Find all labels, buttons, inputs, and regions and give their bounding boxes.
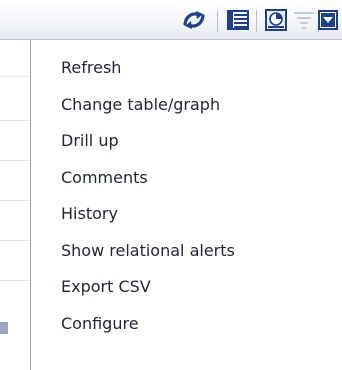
- menu-item-export-csv[interactable]: Export CSV: [31, 269, 342, 306]
- background-content: [0, 40, 30, 370]
- toolbar-separator: [217, 10, 218, 32]
- menu-item-refresh[interactable]: Refresh: [31, 50, 342, 87]
- table-view-button[interactable]: [224, 6, 252, 34]
- refresh-button[interactable]: [180, 6, 208, 34]
- grid-line: [0, 120, 30, 121]
- grid-line: [0, 160, 30, 161]
- menu-item-configure[interactable]: Configure: [31, 306, 342, 343]
- context-menu: Refresh Change table/graph Drill up Comm…: [30, 40, 342, 370]
- menu-item-change-table-graph[interactable]: Change table/graph: [31, 87, 342, 124]
- series-marker: [0, 322, 8, 334]
- menu-item-history[interactable]: History: [31, 196, 342, 233]
- menu-item-drill-up[interactable]: Drill up: [31, 123, 342, 160]
- toolbar: [0, 0, 342, 40]
- chart-icon: [265, 9, 287, 31]
- grid-line: [0, 240, 30, 241]
- chart-view-button[interactable]: [262, 6, 290, 34]
- grid-line: [0, 76, 30, 77]
- toolbar-separator: [256, 10, 257, 32]
- grid-line: [0, 200, 30, 201]
- menu-dropdown-button[interactable]: [315, 6, 341, 34]
- table-icon: [227, 10, 249, 30]
- grid-line: [0, 280, 30, 281]
- menu-item-show-relational-alerts[interactable]: Show relational alerts: [31, 233, 342, 270]
- refresh-icon: [183, 11, 205, 29]
- menu-item-comments[interactable]: Comments: [31, 160, 342, 197]
- dropdown-icon: [318, 10, 338, 30]
- filter-button[interactable]: [290, 6, 318, 34]
- filter-icon: [294, 12, 314, 29]
